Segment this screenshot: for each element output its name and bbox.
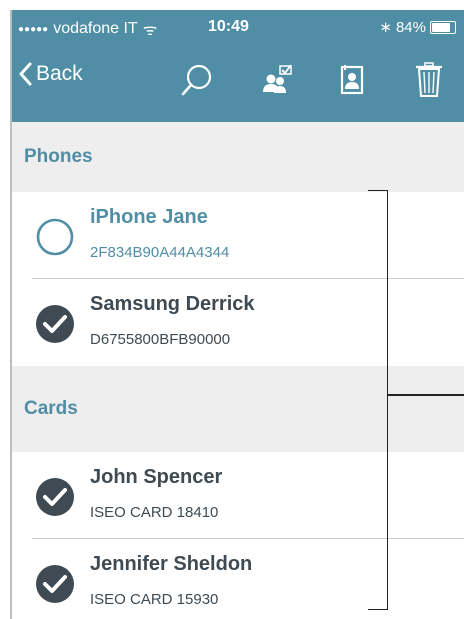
back-label: Back [36, 62, 83, 85]
delete-button[interactable] [409, 60, 449, 100]
item-title: Samsung Derrick [90, 293, 255, 315]
status-right: ∗ 84% [379, 18, 456, 36]
status-time: 10:49 [208, 18, 249, 35]
item-title: iPhone Jane [90, 206, 208, 228]
battery-icon [430, 20, 456, 34]
checked-circle-icon[interactable] [34, 303, 76, 345]
select-users-button[interactable] [257, 60, 297, 100]
signal-strength-icon: ●●●●● [18, 23, 49, 35]
search-button[interactable] [177, 60, 217, 100]
unchecked-circle-icon[interactable] [34, 216, 76, 258]
carrier-label: vodafone IT [53, 20, 138, 37]
phone-screen: ●●●●● vodafone IT ᯤ 10:49 ∗ 84% Back Pho… [10, 10, 464, 619]
users-check-icon [263, 64, 292, 93]
status-left: ●●●●● vodafone IT ᯤ [18, 18, 157, 40]
item-subtitle: D6755800BFB90000 [90, 331, 231, 348]
list-item-iphone-jane[interactable]: iPhone Jane 2F834B90A44A4344 [12, 192, 464, 278]
section-title: Cards [24, 398, 78, 419]
battery-percent: 84% [395, 18, 426, 36]
item-title: Jennifer Sheldon [90, 553, 253, 575]
item-subtitle: ISEO CARD 15930 [90, 591, 219, 608]
checked-circle-icon[interactable] [34, 476, 76, 518]
item-subtitle: 2F834B90A44A4344 [90, 244, 230, 261]
section-header-phones: Phones [12, 122, 464, 192]
navigation-bar: Back [12, 50, 464, 116]
wifi-icon: ᯤ [142, 22, 158, 39]
chevron-left-icon [19, 62, 32, 86]
back-button[interactable]: Back [18, 62, 83, 86]
status-bar: ●●●●● vodafone IT ᯤ 10:49 ∗ 84% [12, 10, 464, 46]
list-item-john-spencer[interactable]: John Spencer ISEO CARD 18410 [12, 452, 464, 538]
list-item-samsung-derrick[interactable]: Samsung Derrick D6755800BFB90000 [12, 279, 464, 365]
list-item-jennifer-sheldon[interactable]: Jennifer Sheldon ISEO CARD 15930 [12, 539, 464, 619]
top-bar: ●●●●● vodafone IT ᯤ 10:49 ∗ 84% Back [12, 10, 464, 122]
bluetooth-icon: ∗ [379, 19, 392, 36]
item-title: John Spencer [90, 466, 223, 488]
item-subtitle: ISEO CARD 18410 [90, 504, 219, 521]
trash-icon [416, 62, 442, 97]
section-header-cards: Cards [12, 366, 464, 452]
checked-circle-icon[interactable] [34, 563, 76, 605]
contact-card-button[interactable] [332, 60, 372, 100]
section-title: Phones [24, 146, 93, 167]
annotation-pointer-line [388, 394, 464, 396]
annotation-bracket [368, 190, 388, 610]
contact-card-icon [340, 65, 364, 95]
search-icon [181, 64, 212, 96]
